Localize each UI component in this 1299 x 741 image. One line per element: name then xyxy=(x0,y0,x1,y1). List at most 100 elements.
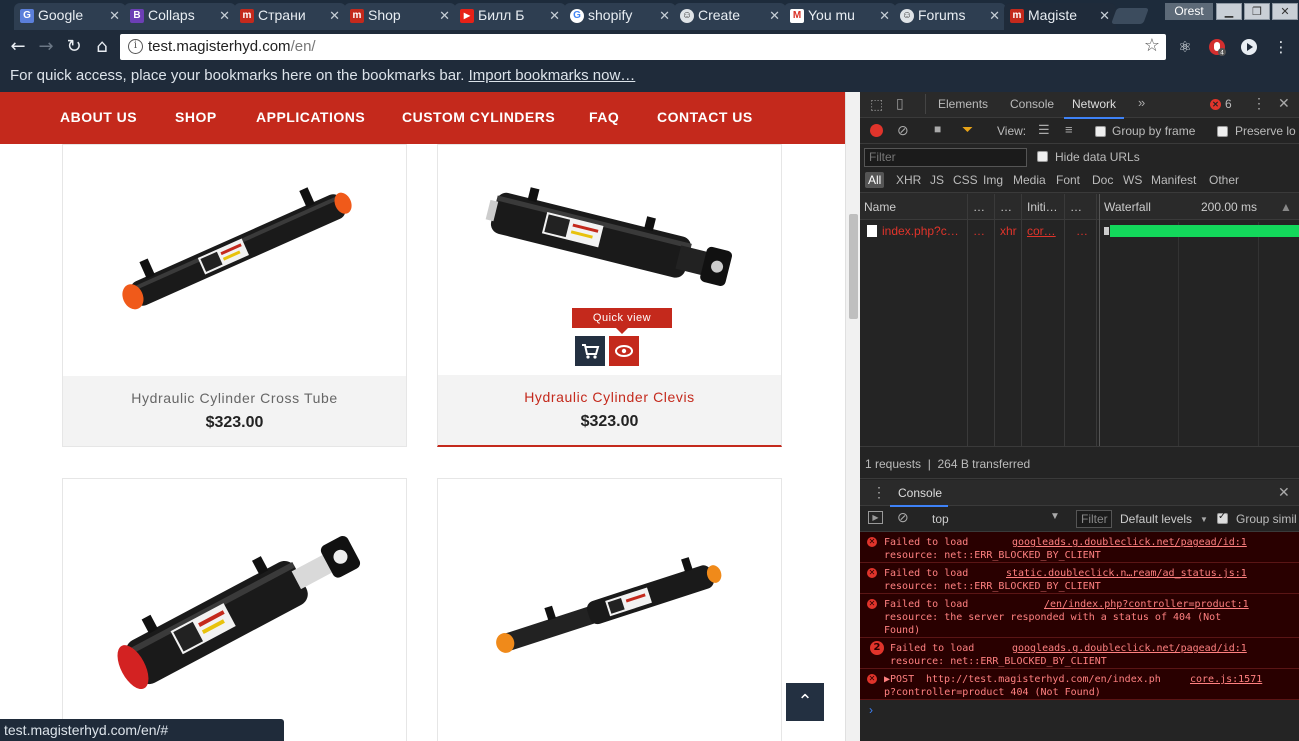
col-type[interactable]: … xyxy=(1000,200,1012,214)
clear-icon[interactable]: ⊘ xyxy=(897,122,909,139)
error-source-link[interactable]: googleads.g.doubleclick.net/pagead/id:1 xyxy=(1012,642,1247,655)
quick-view-button[interactable] xyxy=(609,336,639,366)
close-icon[interactable]: ✕ xyxy=(329,3,340,28)
product-card-clevis[interactable]: Quick view Hydraulic Cylinder Clevis $32… xyxy=(437,144,782,447)
close-window-button[interactable]: ✕ xyxy=(1272,3,1298,20)
request-initiator[interactable]: cor… xyxy=(1027,224,1056,238)
post-source-link[interactable]: core.js:1571 xyxy=(1190,673,1262,686)
large-rows-icon[interactable]: ☰ xyxy=(1038,122,1050,138)
tab-console[interactable]: Console xyxy=(1010,97,1054,111)
tab-strani[interactable]: m Страни ✕ xyxy=(234,3,346,30)
request-name[interactable]: index.php?c… xyxy=(882,224,959,238)
page-scrollbar[interactable] xyxy=(845,92,860,741)
type-filter-xhr[interactable]: XHR xyxy=(896,173,921,187)
col-status[interactable]: … xyxy=(973,200,985,214)
tab-shop[interactable]: m Shop ✕ xyxy=(344,3,456,30)
col-size[interactable]: … xyxy=(1070,200,1082,214)
close-icon[interactable]: ✕ xyxy=(659,3,670,28)
new-tab-button[interactable] xyxy=(1111,8,1149,24)
error-count[interactable]: 6 xyxy=(1225,97,1232,111)
scrollbar-thumb[interactable] xyxy=(849,214,858,319)
close-drawer-icon[interactable]: ✕ xyxy=(1278,484,1290,501)
type-filter-doc[interactable]: Doc xyxy=(1092,173,1113,187)
close-icon[interactable]: ✕ xyxy=(1099,3,1110,28)
overview-icon[interactable]: ≡ xyxy=(1065,122,1073,137)
tab-forums[interactable]: ☺ Forums ✕ xyxy=(894,3,1006,30)
product-image-double-acting[interactable] xyxy=(488,549,738,669)
preserve-log-checkbox[interactable] xyxy=(1217,126,1228,137)
record-icon[interactable] xyxy=(870,124,883,137)
error-source-link[interactable]: static.doubleclick.n…ream/ad_status.js:1 xyxy=(1006,567,1247,580)
product-card-cross-tube[interactable]: Hydraulic Cylinder Cross Tube $323.00 xyxy=(62,144,407,447)
react-devtools-icon[interactable]: ⚛ xyxy=(1176,38,1194,56)
tab-network[interactable]: Network xyxy=(1063,97,1125,119)
product-name[interactable]: Hydraulic Cylinder Cross Tube xyxy=(63,390,406,406)
sort-up-icon[interactable]: ▲ xyxy=(1280,200,1292,214)
address-bar[interactable]: i test.magisterhyd.com/en/ ☆ xyxy=(120,34,1166,60)
close-icon[interactable]: ✕ xyxy=(879,3,890,28)
drawer-tab-console[interactable]: Console xyxy=(898,486,942,500)
chevron-down-icon[interactable]: ▼ xyxy=(1050,511,1060,522)
console-error-row-repeated[interactable]: 2 Failed to load resource: net::ERR_BLOC… xyxy=(860,638,1299,669)
tab-google[interactable]: G Google ✕ xyxy=(14,3,126,30)
console-error-row[interactable]: ✕ Failed to load resource: net::ERR_BLOC… xyxy=(860,532,1299,563)
product-image-welded[interactable] xyxy=(98,529,378,689)
info-icon[interactable]: i xyxy=(128,39,143,54)
tab-collaps[interactable]: B Collaps ✕ xyxy=(124,3,236,30)
nav-faq[interactable]: FAQ xyxy=(589,109,619,125)
col-waterfall[interactable]: Waterfall xyxy=(1104,200,1151,214)
console-error-row-post[interactable]: ✕ ▶POST http://test.magisterhyd.com/en/i… xyxy=(860,669,1299,700)
tab-youtube[interactable]: ▶ Билл Б ✕ xyxy=(454,3,566,30)
close-icon[interactable]: ✕ xyxy=(769,3,780,28)
hide-data-urls-checkbox[interactable] xyxy=(1037,151,1048,162)
clear-console-icon[interactable]: ⊘ xyxy=(897,509,909,526)
more-tabs-icon[interactable]: » xyxy=(1138,95,1145,110)
product-name[interactable]: Hydraulic Cylinder Clevis xyxy=(438,389,781,405)
adblock-icon[interactable]: 4 xyxy=(1208,38,1226,57)
error-source-link[interactable]: googleads.g.doubleclick.net/pagead/id:1 xyxy=(1012,536,1247,549)
inspect-element-icon[interactable]: ⬚ xyxy=(870,96,883,113)
nav-contact-us[interactable]: CONTACT US xyxy=(657,109,753,125)
device-toolbar-icon[interactable]: ▯ xyxy=(896,95,904,112)
type-filter-manifest[interactable]: Manifest xyxy=(1151,173,1196,187)
type-filter-js[interactable]: JS xyxy=(930,173,944,187)
menu-kebab-icon[interactable]: ⋮ xyxy=(1272,38,1290,56)
nav-shop[interactable]: SHOP xyxy=(175,109,217,125)
log-levels-select[interactable]: Default levels xyxy=(1120,512,1192,526)
close-devtools-icon[interactable]: ✕ xyxy=(1278,95,1290,112)
type-filter-img[interactable]: Img xyxy=(983,173,1003,187)
console-error-row[interactable]: ✕ Failed to load resource: the server re… xyxy=(860,594,1299,638)
post-url-link[interactable]: http://test.magisterhyd.com/en/index.ph … xyxy=(884,673,1161,699)
group-similar-checkbox[interactable] xyxy=(1217,511,1228,524)
context-select[interactable]: top xyxy=(932,512,949,526)
product-card-3[interactable] xyxy=(62,478,407,741)
screenshot-icon[interactable]: ■ xyxy=(934,122,941,136)
close-icon[interactable]: ✕ xyxy=(989,3,1000,28)
console-error-row[interactable]: ✕ Failed to load resource: net::ERR_BLOC… xyxy=(860,563,1299,594)
tab-create[interactable]: ☺ Create ✕ xyxy=(674,3,786,30)
close-icon[interactable]: ✕ xyxy=(109,3,120,28)
nav-custom-cylinders[interactable]: CUSTOM CYLINDERS xyxy=(402,109,555,125)
type-filter-all[interactable]: All xyxy=(865,172,885,188)
cast-extension-icon[interactable] xyxy=(1240,38,1258,56)
tab-gmail[interactable]: M You mu ✕ xyxy=(784,3,896,30)
type-filter-media[interactable]: Media xyxy=(1013,173,1046,187)
nav-about-us[interactable]: ABOUT US xyxy=(60,109,137,125)
nav-applications[interactable]: APPLICATIONS xyxy=(256,109,365,125)
forward-button[interactable]: → xyxy=(34,35,58,59)
add-to-cart-button[interactable] xyxy=(575,336,605,366)
tab-shopify[interactable]: Gshopify ✕ xyxy=(564,3,676,30)
console-prompt[interactable]: › xyxy=(860,700,1299,741)
waterfall-bar[interactable] xyxy=(1110,225,1299,237)
back-button[interactable]: ← xyxy=(6,35,30,59)
type-filter-ws[interactable]: WS xyxy=(1123,173,1142,187)
close-icon[interactable]: ✕ xyxy=(439,3,450,28)
profile-button[interactable]: Orest xyxy=(1165,3,1213,20)
console-filter-input[interactable]: Filter xyxy=(1076,510,1112,528)
drawer-menu-icon[interactable]: ⋮ xyxy=(872,484,886,501)
close-icon[interactable]: ✕ xyxy=(549,3,560,28)
chevron-down-icon[interactable]: ▼ xyxy=(1200,515,1208,524)
type-filter-font[interactable]: Font xyxy=(1056,173,1080,187)
minimize-button[interactable]: ▁ xyxy=(1216,3,1242,20)
tab-magister-active[interactable]: m Magiste ✕ xyxy=(1004,3,1116,30)
